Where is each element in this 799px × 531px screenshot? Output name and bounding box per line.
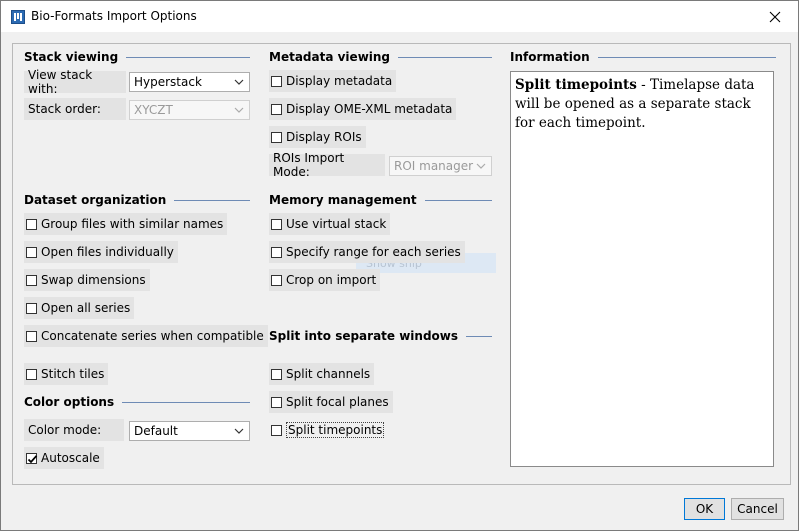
stitch-tiles-checkbox[interactable]: Stitch tiles: [24, 363, 109, 385]
chevron-down-icon: [476, 163, 486, 169]
split-channels-checkbox[interactable]: Split channels: [269, 363, 375, 385]
checkbox-box[interactable]: [26, 368, 37, 380]
checkbox-box[interactable]: [271, 131, 282, 143]
checkbox-box[interactable]: [26, 218, 37, 230]
open-all-series-checkbox[interactable]: Open all series: [24, 297, 135, 319]
chevron-down-icon: [234, 428, 244, 434]
view-stack-select[interactable]: Hyperstack: [129, 72, 250, 92]
view-stack-label: View stack with:: [24, 68, 126, 96]
checkbox-box[interactable]: [271, 218, 282, 230]
ok-button[interactable]: OK: [684, 498, 725, 520]
split-timepoints-checkbox[interactable]: Split timepoints: [269, 419, 388, 441]
chevron-down-icon: [234, 107, 244, 113]
section-metadata-viewing: Metadata viewing: [269, 50, 492, 64]
information-box: Split timepoints - Timelapse data will b…: [510, 71, 774, 467]
split-focal-planes-checkbox[interactable]: Split focal planes: [269, 391, 393, 413]
concatenate-checkbox[interactable]: Concatenate series when compatible: [24, 325, 268, 347]
color-mode-value: Default: [134, 424, 178, 438]
autoscale-checkbox[interactable]: Autoscale: [24, 447, 104, 469]
specify-range-checkbox[interactable]: Specify range for each series: [269, 241, 465, 263]
checkbox-box[interactable]: [26, 330, 37, 342]
color-mode-select[interactable]: Default: [129, 421, 250, 441]
color-mode-label: Color mode:: [24, 419, 124, 441]
checkbox-box[interactable]: [271, 274, 282, 286]
chevron-down-icon: [234, 79, 244, 85]
imagej-app-icon: [11, 10, 25, 24]
display-metadata-checkbox[interactable]: Display metadata: [269, 70, 397, 92]
section-dataset-organization: Dataset organization: [24, 193, 250, 207]
roi-mode-label: ROIs Import Mode:: [269, 151, 385, 179]
dialog-window: Bio-Formats Import Options Stack viewing…: [0, 0, 799, 531]
checkbox-box[interactable]: [26, 452, 38, 464]
window-title: Bio-Formats Import Options: [31, 9, 197, 23]
checkbox-box[interactable]: [271, 424, 282, 436]
crop-checkbox[interactable]: Crop on import: [269, 269, 381, 291]
checkbox-box[interactable]: [271, 246, 282, 258]
checkbox-box[interactable]: [26, 274, 37, 286]
checkbox-box[interactable]: [271, 103, 282, 115]
section-stack-viewing: Stack viewing: [24, 50, 250, 64]
title-bar[interactable]: Bio-Formats Import Options: [1, 1, 798, 32]
info-heading: Split timepoints: [515, 77, 637, 93]
checkbox-box[interactable]: [26, 302, 37, 314]
roi-mode-value: ROI manager: [394, 159, 474, 173]
view-stack-value: Hyperstack: [134, 75, 202, 89]
stack-order-value: XYCZT: [134, 103, 173, 117]
display-rois-checkbox[interactable]: Display ROIs: [269, 126, 366, 148]
section-information: Information: [510, 50, 776, 64]
swap-dimensions-checkbox[interactable]: Swap dimensions: [24, 269, 150, 291]
close-icon[interactable]: [752, 1, 798, 32]
checkbox-box[interactable]: [271, 75, 282, 87]
display-omexml-checkbox[interactable]: Display OME-XML metadata: [269, 98, 457, 120]
open-individually-checkbox[interactable]: Open files individually: [24, 241, 178, 263]
checkbox-box[interactable]: [271, 396, 282, 408]
section-split-windows: Split into separate windows: [269, 329, 492, 343]
virtual-stack-checkbox[interactable]: Use virtual stack: [269, 213, 391, 235]
section-memory-management: Memory management: [269, 193, 492, 207]
checkmark-icon: [27, 454, 38, 463]
checkbox-box[interactable]: [26, 246, 37, 258]
roi-mode-select[interactable]: ROI manager: [389, 156, 492, 176]
cancel-button[interactable]: Cancel: [731, 498, 784, 520]
checkbox-box[interactable]: [271, 368, 282, 380]
group-files-checkbox[interactable]: Group files with similar names: [24, 213, 228, 235]
stack-order-label: Stack order:: [24, 98, 126, 120]
section-color-options: Color options: [24, 395, 250, 409]
stack-order-select[interactable]: XYCZT: [129, 100, 250, 120]
